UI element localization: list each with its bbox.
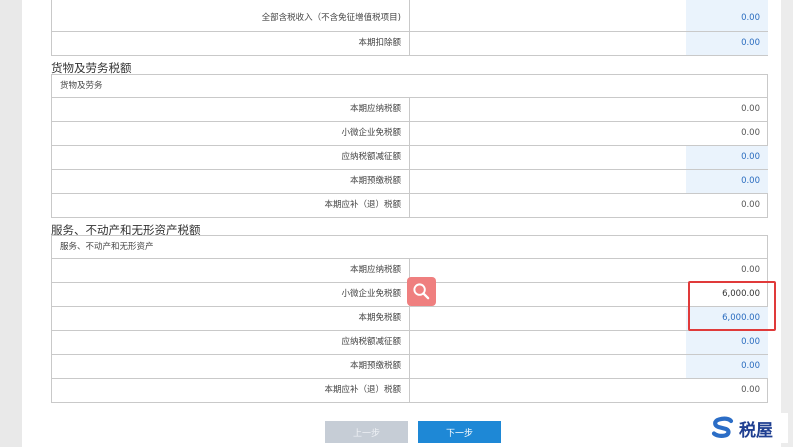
- search-button[interactable]: [407, 277, 436, 306]
- income-total-field[interactable]: 0.00: [686, 0, 768, 31]
- row-label: 本期应纳税额: [52, 98, 410, 121]
- table-row: 应纳税额减征额 0.00: [52, 146, 768, 170]
- services-balance-value: 0.00: [741, 385, 760, 395]
- row-label: 应纳税额减征额: [52, 331, 410, 354]
- table-row: 本期预缴税额 0.00: [52, 355, 768, 379]
- table-row: 应纳税额减征额 0.00: [52, 331, 768, 355]
- goods-small-exempt-value: 0.00: [741, 128, 760, 138]
- services-subheading: 服务、不动产和无形资产: [52, 235, 767, 259]
- row-label: 本期预缴税额: [52, 355, 410, 378]
- goods-balance-value: 0.00: [741, 200, 760, 210]
- goods-prepaid-field[interactable]: 0.00: [686, 170, 768, 193]
- row-label: 本期免税额: [52, 307, 410, 330]
- table-row: 本期预缴税额 0.00: [52, 170, 768, 194]
- row-label: 本期应纳税额: [52, 259, 410, 282]
- row-label: 本期预缴税额: [52, 170, 410, 193]
- table-row: 本期扣除额 0.00: [52, 32, 768, 56]
- services-prepaid-field[interactable]: 0.00: [686, 355, 768, 378]
- table-row: 小微企业免税额 0.00: [52, 122, 767, 146]
- logo-text: 税屋: [739, 420, 773, 441]
- goods-payable-value: 0.00: [741, 104, 760, 114]
- table-row: 本期应纳税额 0.00: [52, 98, 767, 122]
- table-row: 本期应补（退）税额 0.00: [52, 379, 767, 403]
- watermark-logo: 税屋: [706, 413, 788, 443]
- services-table: 服务、不动产和无形资产 本期应纳税额 0.00 小微企业免税额 6,000.00…: [51, 235, 768, 403]
- row-label: 本期扣除额: [52, 32, 410, 55]
- row-label: 本期应补（退）税额: [52, 379, 410, 402]
- deduction-field[interactable]: 0.00: [686, 32, 768, 55]
- row-label: 全部含税收入（不含免征增值税项目): [52, 0, 410, 31]
- row-label: 小微企业免税额: [52, 283, 410, 306]
- row-label: 本期应补（退）税额: [52, 194, 410, 217]
- search-icon: [413, 283, 430, 300]
- row-label: 应纳税额减征额: [52, 146, 410, 169]
- table-row: 全部含税收入（不含免征增值税项目) 0.00: [52, 0, 768, 32]
- goods-reduction-field[interactable]: 0.00: [686, 146, 768, 169]
- goods-table: 货物及劳务 本期应纳税额 0.00 小微企业免税额 0.00 应纳税额减征额 0…: [51, 74, 768, 218]
- scrollbar-track[interactable]: [781, 0, 793, 447]
- income-table: 全部含税收入（不含免征增值税项目) 0.00 本期扣除额 0.00: [51, 0, 768, 56]
- goods-subheading: 货物及劳务: [52, 74, 767, 98]
- services-payable-value: 0.00: [741, 265, 760, 275]
- next-step-button[interactable]: 下一步: [418, 421, 501, 443]
- prev-step-button[interactable]: 上一步: [325, 421, 408, 443]
- highlight-annotation: [688, 281, 776, 331]
- table-row: 本期应补（退）税额 0.00: [52, 194, 767, 218]
- table-row: 本期免税额 6,000.00: [52, 307, 768, 331]
- services-reduction-field[interactable]: 0.00: [686, 331, 768, 354]
- s-logo-icon: [711, 416, 734, 438]
- row-label: 小微企业免税额: [52, 122, 410, 145]
- left-gutter: [0, 0, 22, 447]
